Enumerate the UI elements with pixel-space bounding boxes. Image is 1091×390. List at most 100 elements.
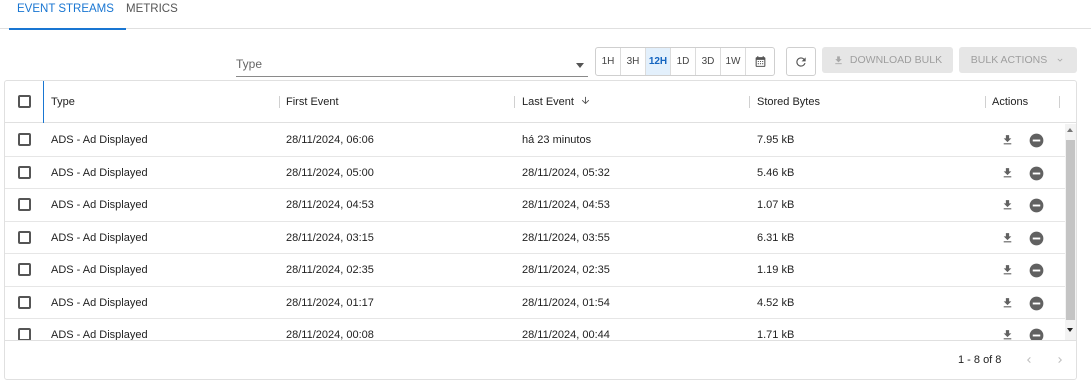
scroll-up-arrow-icon[interactable]	[1067, 128, 1073, 132]
download-icon	[835, 55, 842, 64]
cell-stored-bytes: 1.71 kB	[757, 329, 795, 340]
cell-last-event: há 23 minutos	[522, 134, 592, 146]
column-header-stored-bytes[interactable]: Stored Bytes	[757, 81, 820, 123]
table-row[interactable]: ADS - Ad Displayed 28/11/2024, 04:53 28/…	[5, 189, 1065, 222]
row-checkbox[interactable]	[18, 198, 31, 211]
column-header-actions: Actions	[992, 96, 1029, 108]
table-footer: 1 - 8 of 8	[5, 340, 1076, 379]
cell-first-event: 28/11/2024, 04:53	[286, 199, 374, 211]
remove-circle-icon[interactable]	[1029, 296, 1044, 311]
arrow-down-icon	[581, 96, 590, 105]
row-checkbox[interactable]	[18, 133, 31, 146]
dropdown-caret-icon	[576, 63, 584, 68]
column-separator[interactable]	[749, 96, 750, 108]
range-12h-button[interactable]: 12H	[646, 48, 671, 75]
remove-circle-icon[interactable]	[1029, 166, 1044, 181]
tab-bar: EVENT STREAMS METRICS	[0, 0, 1091, 30]
row-checkbox[interactable]	[18, 328, 31, 340]
cell-type: ADS - Ad Displayed	[51, 264, 148, 276]
cell-first-event: 28/11/2024, 01:17	[286, 296, 374, 309]
scrollbar-thumb[interactable]	[1066, 140, 1075, 320]
scroll-down-arrow-icon[interactable]	[1067, 328, 1073, 332]
cell-stored-bytes: 5.46 kB	[757, 166, 795, 179]
range-1w-button[interactable]: 1W	[721, 48, 746, 75]
download-icon[interactable]	[1001, 198, 1014, 212]
vertical-scrollbar[interactable]	[1065, 124, 1076, 340]
bulk-actions-button[interactable]: BULK ACTIONS	[959, 47, 1077, 73]
column-header-last-event[interactable]: Last Event	[522, 81, 591, 123]
select-all-checkbox[interactable]	[18, 95, 31, 108]
table-row[interactable]: ADS - Ad Displayed 28/11/2024, 05:00 28/…	[5, 157, 1065, 189]
range-1h-button[interactable]: 1H	[596, 48, 621, 75]
cell-last-event: 28/11/2024, 00:44	[522, 329, 610, 340]
range-3h-button[interactable]: 3H	[621, 48, 646, 75]
column-separator[interactable]	[514, 96, 515, 108]
cell-first-event: 28/11/2024, 05:00	[286, 166, 374, 179]
remove-circle-icon[interactable]	[1029, 263, 1044, 278]
download-icon[interactable]	[1001, 231, 1014, 245]
remove-circle-icon[interactable]	[1029, 198, 1044, 213]
range-3d-button[interactable]: 3D	[696, 48, 721, 75]
refresh-icon	[796, 56, 806, 67]
remove-circle-icon[interactable]	[1029, 231, 1044, 246]
type-select-placeholder: Type	[236, 57, 263, 71]
table-row[interactable]: ADS - Ad Displayed 28/11/2024, 03:15 28/…	[5, 222, 1065, 254]
column-separator[interactable]	[279, 96, 280, 108]
column-resize-handle[interactable]	[43, 81, 44, 123]
download-icon[interactable]	[1001, 263, 1014, 277]
tab-event-streams[interactable]: EVENT STREAMS	[9, 0, 126, 30]
cell-type: ADS - Ad Displayed	[51, 134, 148, 146]
cell-stored-bytes: 4.52 kB	[757, 296, 795, 309]
cell-type: ADS - Ad Displayed	[51, 329, 148, 340]
time-range-group: 1H 3H 12H 1D 3D 1W	[595, 47, 775, 76]
download-icon[interactable]	[1001, 133, 1014, 147]
download-bulk-button[interactable]: DOWNLOAD BULK	[822, 47, 953, 73]
column-separator[interactable]	[985, 96, 986, 108]
row-checkbox[interactable]	[18, 263, 31, 276]
download-bulk-label: DOWNLOAD BULK	[849, 54, 943, 66]
table-body: ADS - Ad Displayed 28/11/2024, 06:06 há …	[5, 124, 1065, 340]
calendar-button[interactable]	[746, 48, 774, 75]
row-checkbox[interactable]	[18, 295, 31, 309]
column-header-type[interactable]: Type	[51, 81, 75, 123]
table-row[interactable]: ADS - Ad Displayed 28/11/2024, 02:35 28/…	[5, 254, 1065, 287]
table-row[interactable]: ADS - Ad Displayed 28/11/2024, 06:06 há …	[5, 124, 1065, 157]
bulk-actions-label: BULK ACTIONS	[970, 54, 1048, 66]
type-select[interactable]: Type	[236, 52, 588, 77]
cell-first-event: 28/11/2024, 03:15	[286, 231, 374, 244]
download-icon[interactable]	[1001, 166, 1014, 180]
chevron-right-icon[interactable]	[1054, 354, 1066, 366]
column-header-first-event[interactable]: First Event	[286, 81, 339, 123]
event-streams-table: Type First Event Last Event Stored Bytes…	[4, 80, 1077, 380]
cell-last-event: 28/11/2024, 03:55	[522, 231, 610, 244]
cell-stored-bytes: 6.31 kB	[757, 231, 795, 244]
cell-type: ADS - Ad Displayed	[51, 231, 148, 244]
remove-circle-icon[interactable]	[1029, 133, 1044, 148]
cell-type: ADS - Ad Displayed	[51, 296, 148, 309]
table-row[interactable]: ADS - Ad Displayed 28/11/2024, 00:08 28/…	[5, 319, 1065, 340]
cell-stored-bytes: 7.95 kB	[757, 134, 795, 146]
row-checkbox[interactable]	[18, 230, 31, 244]
chevron-down-icon	[1057, 58, 1063, 62]
tab-metrics[interactable]: METRICS	[126, 0, 178, 29]
row-checkbox[interactable]	[18, 165, 31, 179]
download-icon[interactable]	[1001, 296, 1014, 310]
remove-circle-icon[interactable]	[1029, 328, 1044, 340]
refresh-button[interactable]	[786, 47, 816, 76]
download-icon[interactable]	[1001, 328, 1014, 340]
cell-type: ADS - Ad Displayed	[51, 166, 148, 179]
table-row[interactable]: ADS - Ad Displayed 28/11/2024, 01:17 28/…	[5, 287, 1065, 319]
cell-last-event: 28/11/2024, 05:32	[522, 166, 610, 179]
cell-stored-bytes: 1.19 kB	[757, 264, 795, 276]
calendar-icon	[755, 56, 765, 67]
range-1d-button[interactable]: 1D	[671, 48, 696, 75]
cell-first-event: 28/11/2024, 06:06	[286, 134, 374, 146]
pagination-range: 1 - 8 of 8	[958, 354, 1002, 366]
cell-last-event: 28/11/2024, 01:54	[522, 296, 610, 309]
cell-first-event: 28/11/2024, 00:08	[286, 329, 374, 340]
chevron-left-icon[interactable]	[1023, 354, 1035, 366]
cell-last-event: 28/11/2024, 04:53	[522, 199, 610, 211]
cell-type: ADS - Ad Displayed	[51, 199, 148, 211]
column-separator[interactable]	[1059, 96, 1060, 108]
column-header-last-event-label: Last Event	[522, 96, 574, 108]
